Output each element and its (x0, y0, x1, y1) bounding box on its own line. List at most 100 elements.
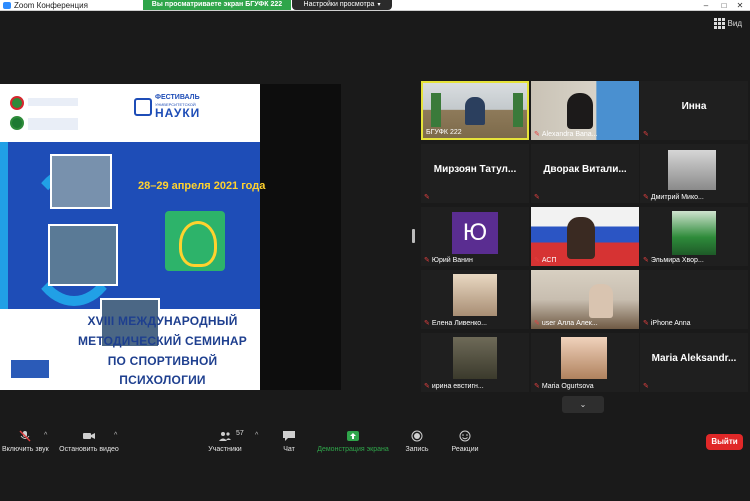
participant-tile[interactable]: ✎ Елена Ливенко... (421, 270, 529, 329)
window-title: Zoom Конференция (14, 1, 88, 10)
participants-options-chevron-icon[interactable]: ^ (255, 432, 258, 439)
festival-mark-icon (134, 98, 152, 116)
reactions-label: Реакции (451, 446, 479, 453)
person-silhouette (465, 97, 485, 125)
muted-mic-icon: ✎ (424, 320, 430, 327)
unmute-button[interactable]: Включить звук (2, 430, 49, 453)
festival-line3: НАУКИ (155, 106, 201, 120)
slide-black-margin (260, 84, 341, 390)
video-options-chevron-icon[interactable]: ^ (114, 432, 117, 439)
muted-mic-icon: ✎ (424, 257, 430, 264)
participant-tile[interactable]: ✎ iPhone Anna (640, 270, 748, 329)
flag-decoration (513, 93, 523, 127)
sharing-banner: Вы просматриваете экран БГУФК 222 (143, 0, 291, 10)
event-photo (48, 224, 118, 286)
muted-mic-icon: ✎ (643, 131, 649, 138)
participant-tile[interactable]: Дворак Витали... ✎ (531, 144, 639, 203)
seminar-logo-icon (165, 211, 225, 271)
participant-name-text: Елена Ливенко... (431, 320, 487, 327)
participant-name: ✎ Елена Ливенко... (424, 319, 487, 327)
chevron-down-icon: ▾ (377, 2, 381, 8)
participant-tile[interactable]: ✎ Дмитрий Мико... (640, 144, 748, 203)
chat-button[interactable]: Чат (278, 430, 300, 453)
muted-mic-icon: ✎ (534, 131, 540, 138)
slide-title-line3: ПО СПОРТИВНОЙ ПСИХОЛОГИИ (107, 354, 218, 387)
minimize-icon[interactable]: – (698, 0, 714, 11)
participant-name-text: АСП (541, 257, 557, 264)
record-button[interactable]: Запись (404, 430, 430, 453)
participant-tile[interactable]: Maria Aleksandr... ✎ (640, 333, 748, 392)
participant-gallery: БГУФК 222 ✎ Alexandra Bana... Инна ✎ Мирз… (421, 81, 750, 392)
participant-tile[interactable]: ✎ Maria Ogurtsova (531, 333, 639, 392)
festival-line1: ФЕСТИВАЛЬ (155, 94, 200, 101)
participant-name: ✎ Alexandra Bana... (534, 130, 598, 138)
muted-mic-icon: ✎ (534, 320, 540, 327)
chevron-down-icon: ⌄ (579, 400, 587, 409)
view-button-label: Вид (727, 19, 742, 28)
flag-decoration (431, 93, 441, 127)
shared-screen[interactable]: ФЕСТИВАЛЬ УНИВЕРСИТЕТСКОЙ НАУКИ 28–29 ап… (0, 84, 341, 390)
video-camera-icon (83, 433, 95, 439)
participants-label: Участники (208, 446, 242, 453)
person-photo (672, 211, 716, 255)
ministry-logos (10, 92, 80, 134)
muted-mic-icon: ✎ (643, 257, 649, 264)
participant-tile[interactable]: ✎ user Алла Алек... (531, 270, 639, 329)
participants-count: 57 (236, 430, 244, 437)
participant-name: ✎ ирина евстигн... (424, 382, 484, 390)
unmute-label: Включить звук (2, 446, 49, 453)
participants-icon (219, 432, 231, 441)
meeting-toolbar: Включить звук ^ Остановить видео ^ Участ… (0, 420, 750, 501)
event-photo (50, 154, 112, 209)
muted-mic-icon: ✎ (643, 320, 649, 327)
participant-name-text: Maria Ogurtsova (541, 383, 594, 390)
reactions-icon (459, 430, 471, 442)
muted-mic-icon: ✎ (534, 194, 540, 201)
participant-tile[interactable]: ✎ ирина евстигн... (421, 333, 529, 392)
slide-left-strip (0, 142, 8, 309)
panel-splitter-handle[interactable] (412, 229, 415, 243)
stop-video-label: Остановить видео (59, 446, 119, 453)
person-silhouette (589, 284, 613, 318)
participant-tile[interactable]: ✎ АСП (531, 207, 639, 266)
participant-tile[interactable]: Инна ✎ (640, 81, 748, 140)
participant-name-text: ирина евстигн... (431, 383, 484, 390)
leave-meeting-button[interactable]: Выйти (706, 434, 743, 450)
muted-mic-icon: ✎ (424, 194, 430, 201)
chat-icon (283, 431, 295, 441)
view-button[interactable]: Вид (713, 18, 742, 29)
participant-tile[interactable]: БГУФК 222 (421, 81, 529, 140)
participant-name-text: Дмитрий Мико... (650, 194, 704, 201)
participant-tile[interactable]: Мирзоян Татул... ✎ (421, 144, 529, 203)
muted-mic-icon: ✎ (424, 383, 430, 390)
participant-tile[interactable]: Ю ✎ Юрий Ванин (421, 207, 529, 266)
muted-mic-icon: ✎ (643, 383, 649, 390)
participant-name-text: user Алла Алек... (541, 320, 598, 327)
maximize-icon[interactable]: □ (716, 0, 732, 11)
participant-name: ✎ Дмитрий Мико... (643, 193, 704, 201)
muted-microphone-icon (19, 430, 31, 442)
participant-tile[interactable]: ✎ Эльмира Хвор... (640, 207, 748, 266)
share-screen-icon (347, 431, 359, 441)
slide-title-line1: XVIII МЕЖДУНАРОДНЫЙ (87, 314, 238, 328)
record-icon (411, 430, 423, 442)
share-screen-button[interactable]: Демонстрация экрана (314, 430, 392, 453)
view-options-label: Настройки просмотра (303, 1, 375, 8)
participant-tile[interactable]: ✎ Alexandra Bana... (531, 81, 639, 140)
participant-display-name: Дворак Витали... (543, 164, 627, 175)
ministry-text-block (28, 98, 78, 106)
reactions-button[interactable]: Реакции (449, 430, 481, 453)
person-photo (668, 150, 716, 190)
stop-video-button[interactable]: Остановить видео (58, 430, 120, 453)
audio-options-chevron-icon[interactable]: ^ (44, 432, 47, 439)
view-options-button[interactable]: Настройки просмотра ▾ (292, 0, 392, 10)
participant-display-name: Инна (681, 101, 707, 112)
grid-icon (713, 18, 725, 29)
close-icon[interactable]: ✕ (732, 0, 748, 11)
chat-label: Чат (283, 446, 295, 453)
person-silhouette (567, 217, 595, 259)
festival-logo: ФЕСТИВАЛЬ УНИВЕРСИТЕТСКОЙ НАУКИ (130, 94, 220, 134)
participant-name: БГУФК 222 (426, 129, 462, 136)
participant-display-name: Мирзоян Татул... (433, 164, 517, 175)
gallery-expand-button[interactable]: ⌄ (562, 396, 604, 413)
